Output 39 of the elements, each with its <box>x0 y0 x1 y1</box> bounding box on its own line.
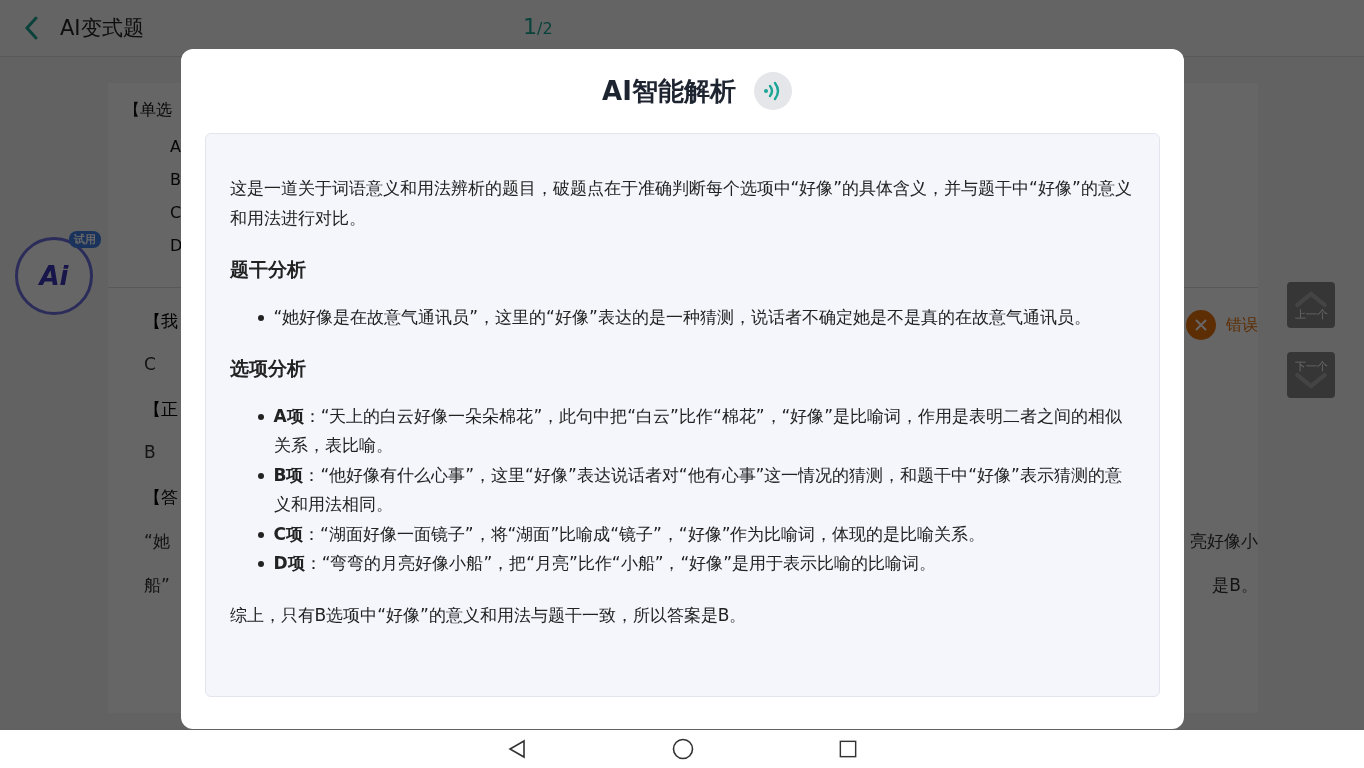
bullet-icon <box>257 314 264 321</box>
bullet-icon <box>257 561 264 567</box>
answer-text: B <box>144 442 156 464</box>
answer-text: 亮好像小 <box>1190 530 1258 553</box>
question-text: B <box>169 170 181 191</box>
ai-logo-text: Ai <box>39 261 69 291</box>
answer-text: “她 <box>144 530 170 553</box>
status-label: 错误 <box>1226 314 1258 336</box>
bullet-text: D项：“弯弯的月亮好像小船”，把“月亮”比作“小船”，“好像”是用于表示比喻的比喻词。 <box>273 552 937 575</box>
analysis-paragraph: 综上，只有B选项中“好像”的意义和用法与题干一致，所以答案是B。 <box>229 603 748 627</box>
question-text: 【单选 <box>124 99 172 121</box>
answer-text: 【我 <box>144 310 178 333</box>
bullet-icon <box>257 472 264 479</box>
back-icon[interactable] <box>507 739 527 759</box>
counter-total: /2 <box>537 19 553 38</box>
analysis-paragraph: 这是一道关于词语意义和用法辨析的题目，破题点在于准确判断每个选项中“好像”的具体含义，并与题干中“好像”的意义和用法进行对比。 <box>229 177 1133 230</box>
recent-apps-icon[interactable] <box>839 740 857 758</box>
bullet-icon <box>257 531 264 538</box>
dialog-title: AI智能解析 <box>602 74 736 108</box>
bullet-text: C项：“湖面好像一面镜子”，将“湖面”比喻成“镜子”，“好像”作为比喻词，体现的是比喻关系。 <box>273 522 986 546</box>
counter-current: 1 <box>523 14 537 39</box>
bullet-text: “她好像是在故意气通讯员”，这里的“好像”表达的是一种猜测，说话者不确定她是不是真的在故意气通讯员。 <box>273 305 1091 329</box>
question-text: A <box>169 137 181 158</box>
bullet-text: B项：“他好像有什么心事”，这里“好像”表达说话者对“他有心事”这一情况的猜测，和题干中“好像”表示猜测的意义和用法相同。 <box>273 463 1123 516</box>
answer-text: 船” <box>144 574 170 597</box>
home-icon[interactable] <box>672 738 694 760</box>
speaker-icon[interactable] <box>753 72 792 110</box>
section-heading: 题干分析 <box>229 257 307 282</box>
question-text: D <box>169 236 183 257</box>
section-heading: 选项分析 <box>229 356 307 381</box>
answer-text: C <box>144 354 156 376</box>
question-text: C <box>169 203 182 224</box>
answer-text: 【答 <box>144 486 178 509</box>
bullet-text: A项：“天上的白云好像一朵朵棉花”，此句中把“白云”比作“棉花”，“好像”是比喻词，作用是表明二者之间的相似关系，表比喻。 <box>273 404 1124 457</box>
trial-tag: 试用 <box>69 231 101 248</box>
answer-text: 是B。 <box>1212 574 1258 597</box>
bullet-icon <box>257 413 264 420</box>
answer-text: 【正 <box>144 398 178 421</box>
page-title: AI变式题 <box>60 15 144 42</box>
